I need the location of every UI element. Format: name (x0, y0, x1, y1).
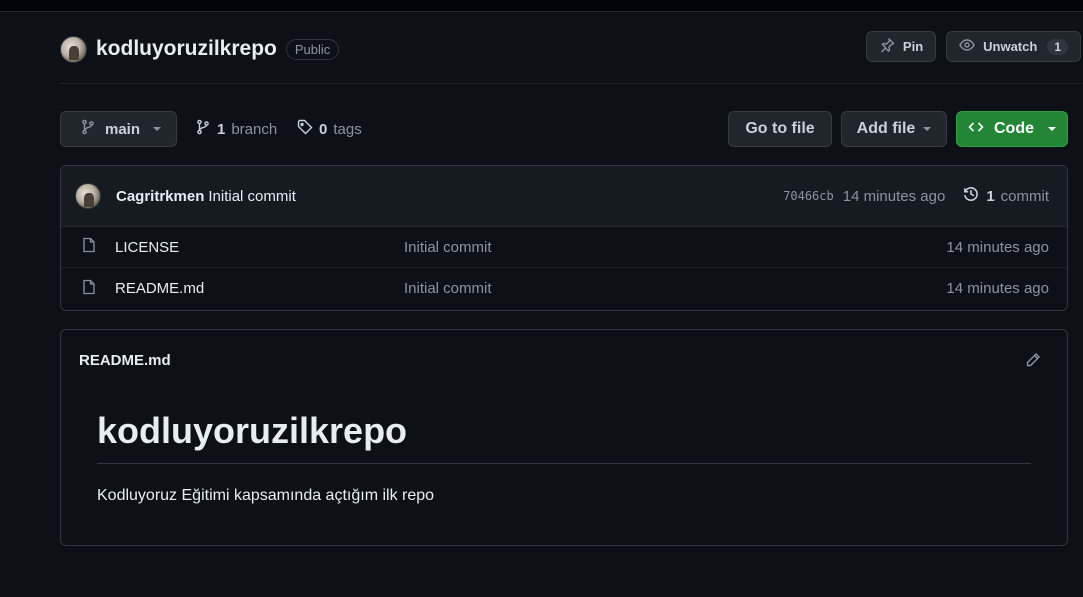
branch-word: branch (231, 120, 278, 138)
go-to-file-label: Go to file (745, 120, 815, 137)
tags-link[interactable]: 0 tags (297, 111, 362, 147)
branches-link[interactable]: 1 branch (195, 111, 277, 147)
file-commit-message[interactable]: Initial commit (404, 280, 492, 297)
readme-heading: kodluyoruzilkrepo (97, 410, 408, 451)
file-age: 14 minutes ago (946, 280, 1049, 297)
pin-label: Pin (902, 39, 924, 54)
add-file-button[interactable]: Add file (841, 111, 947, 147)
chevron-down-icon (1048, 127, 1056, 131)
branch-count: 1 (217, 120, 226, 138)
tag-count: 0 (319, 120, 328, 138)
repo-header: kodluyoruzilkrepo Public (60, 32, 340, 66)
owner-avatar[interactable] (60, 35, 87, 63)
unwatch-button[interactable]: Unwatch 1 (946, 31, 1081, 62)
history-icon (962, 185, 980, 207)
header-divider (60, 83, 1082, 84)
branch-selector[interactable]: main (60, 111, 177, 147)
add-file-label: Add file (856, 120, 916, 137)
readme-body: Kodluyoruz Eğitimi kapsamında açtığım il… (97, 487, 435, 504)
visibility-badge: Public (285, 38, 340, 60)
repo-name[interactable]: kodluyoruzilkrepo (96, 37, 277, 61)
go-to-file-button[interactable]: Go to file (728, 111, 832, 147)
pin-button[interactable]: Pin (865, 31, 937, 62)
watch-count: 1 (1047, 38, 1068, 55)
file-row[interactable]: README.md Initial commit 14 minutes ago (61, 268, 1067, 309)
git-branch-icon (195, 119, 211, 139)
pencil-icon[interactable] (1025, 352, 1041, 368)
file-row[interactable]: LICENSE Initial commit 14 minutes ago (61, 227, 1067, 268)
readme-divider (97, 463, 1031, 464)
commit-author[interactable]: Cagritrkmen (116, 188, 204, 205)
file-icon (81, 237, 97, 257)
eye-icon (959, 37, 975, 56)
top-bar (0, 0, 1083, 12)
file-icon (81, 279, 97, 299)
file-table: Cagritrkmen Initial commit 70466cb 14 mi… (60, 165, 1068, 311)
readme-panel: README.md kodluyoruzilkrepo Kodluyoruz E… (60, 329, 1068, 546)
code-label: Code (994, 120, 1034, 137)
branch-name: main (105, 120, 141, 138)
chevron-down-icon (923, 127, 932, 131)
pin-icon (879, 37, 895, 56)
tag-icon (297, 119, 313, 139)
file-name[interactable]: LICENSE (115, 239, 179, 256)
repo-actions: Pin Unwatch 1 (865, 31, 1081, 62)
git-branch-icon (80, 119, 96, 139)
commits-link[interactable]: 1 commit (962, 185, 1049, 207)
commit-meta: 70466cb 14 minutes ago 1 commit (783, 185, 1049, 207)
unwatch-label: Unwatch (983, 39, 1038, 54)
commit-author-avatar[interactable] (75, 183, 101, 209)
file-commit-message[interactable]: Initial commit (404, 239, 492, 256)
file-age: 14 minutes ago (946, 238, 1049, 256)
commit-sha[interactable]: 70466cb (783, 189, 834, 203)
latest-commit-row: Cagritrkmen Initial commit 70466cb 14 mi… (61, 166, 1067, 227)
commit-count: 1 (986, 187, 995, 205)
tag-word: tags (333, 120, 362, 138)
chevron-down-icon (153, 127, 162, 131)
commit-age: 14 minutes ago (842, 187, 946, 205)
commit-word: commit (1000, 187, 1049, 205)
readme-filename[interactable]: README.md (79, 352, 171, 369)
commit-message[interactable]: Initial commit (208, 188, 296, 205)
file-name[interactable]: README.md (115, 280, 204, 297)
code-button[interactable]: Code (956, 111, 1068, 147)
code-icon (968, 119, 984, 140)
